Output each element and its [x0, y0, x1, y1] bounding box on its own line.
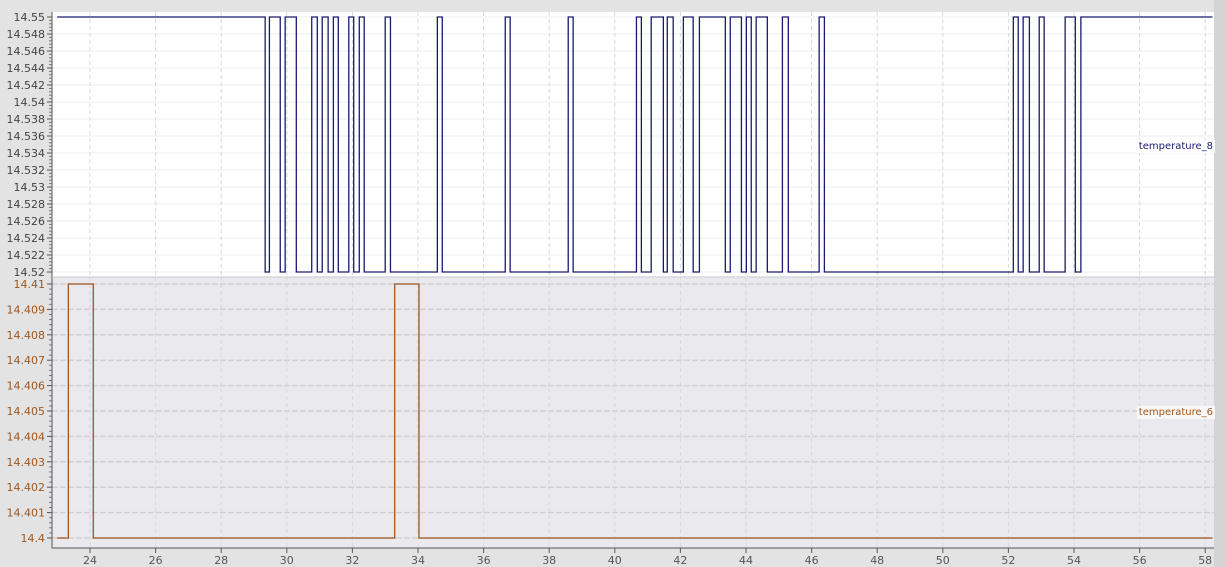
- x-tick-label: 50: [936, 554, 950, 567]
- y-tick-label: 14.4: [21, 532, 46, 545]
- legend-temperature_8: temperature_8: [1136, 140, 1215, 153]
- y-tick-label: 14.528: [7, 198, 46, 211]
- y-tick-label: 14.53: [14, 181, 46, 194]
- y-tick-label: 14.534: [7, 147, 46, 160]
- y-tick-label: 14.536: [7, 130, 46, 143]
- y-tick-label: 14.401: [7, 507, 46, 520]
- legend-label: temperature_6: [1139, 407, 1213, 418]
- y-tick-label: 14.406: [7, 380, 46, 393]
- y-tick-label: 14.546: [7, 45, 46, 58]
- panel-temperature_6: 14.4 14.401 14.402 14.403 14.404 14.405 14.406…: [7, 277, 1215, 548]
- x-tick-label: 58: [1198, 554, 1212, 567]
- y-tick-label: 14.522: [7, 249, 46, 262]
- y-tick-label: 14.526: [7, 215, 46, 228]
- y-tick-label: 14.407: [7, 354, 46, 367]
- x-tick-label: 48: [870, 554, 884, 567]
- y-tick-label: 14.409: [7, 303, 46, 316]
- stacked-step-chart: 14.5214.52214.52414.52614.52814.5314.532…: [7, 0, 1225, 567]
- x-tick-label: 56: [1133, 554, 1147, 567]
- x-tick-label: 30: [280, 554, 294, 567]
- y-tick-label: 14.403: [7, 456, 46, 469]
- y-tick-label: 14.542: [7, 79, 46, 92]
- x-tick-label: 24: [83, 554, 97, 567]
- x-tick-label: 34: [411, 554, 425, 567]
- x-tick-label: 52: [1001, 554, 1015, 567]
- x-tick-label: 40: [608, 554, 622, 567]
- y-tick-label: 14.41: [14, 278, 46, 291]
- x-tick-label: 36: [477, 554, 491, 567]
- y-tick-label: 14.408: [7, 329, 46, 342]
- x-tick-label: 32: [345, 554, 359, 567]
- x-tick-label: 38: [542, 554, 556, 567]
- y-tick-label: 14.524: [7, 232, 46, 245]
- x-tick-label: 46: [805, 554, 819, 567]
- plot-area: [52, 277, 1214, 548]
- legend-label: temperature_8: [1139, 141, 1213, 152]
- x-tick-label: 26: [149, 554, 163, 567]
- y-tick-label: 14.55: [14, 11, 46, 24]
- y-tick-label: 14.402: [7, 481, 46, 494]
- y-tick-label: 14.405: [7, 405, 46, 418]
- x-tick-label: 42: [673, 554, 687, 567]
- right-margin: [1214, 0, 1225, 567]
- x-tick-label: 28: [214, 554, 228, 567]
- x-tick-label: 44: [739, 554, 753, 567]
- panel-temperature_8: 14.5214.52214.52414.52614.52814.5314.532…: [7, 11, 1215, 279]
- y-tick-label: 14.538: [7, 113, 46, 126]
- y-tick-label: 14.548: [7, 28, 46, 41]
- y-tick-label: 14.544: [7, 62, 46, 75]
- y-tick-label: 14.404: [7, 430, 46, 443]
- y-tick-label: 14.54: [14, 96, 46, 109]
- x-tick-label: 54: [1067, 554, 1081, 567]
- legend-temperature_6: temperature_6: [1136, 406, 1215, 419]
- y-tick-label: 14.532: [7, 164, 46, 177]
